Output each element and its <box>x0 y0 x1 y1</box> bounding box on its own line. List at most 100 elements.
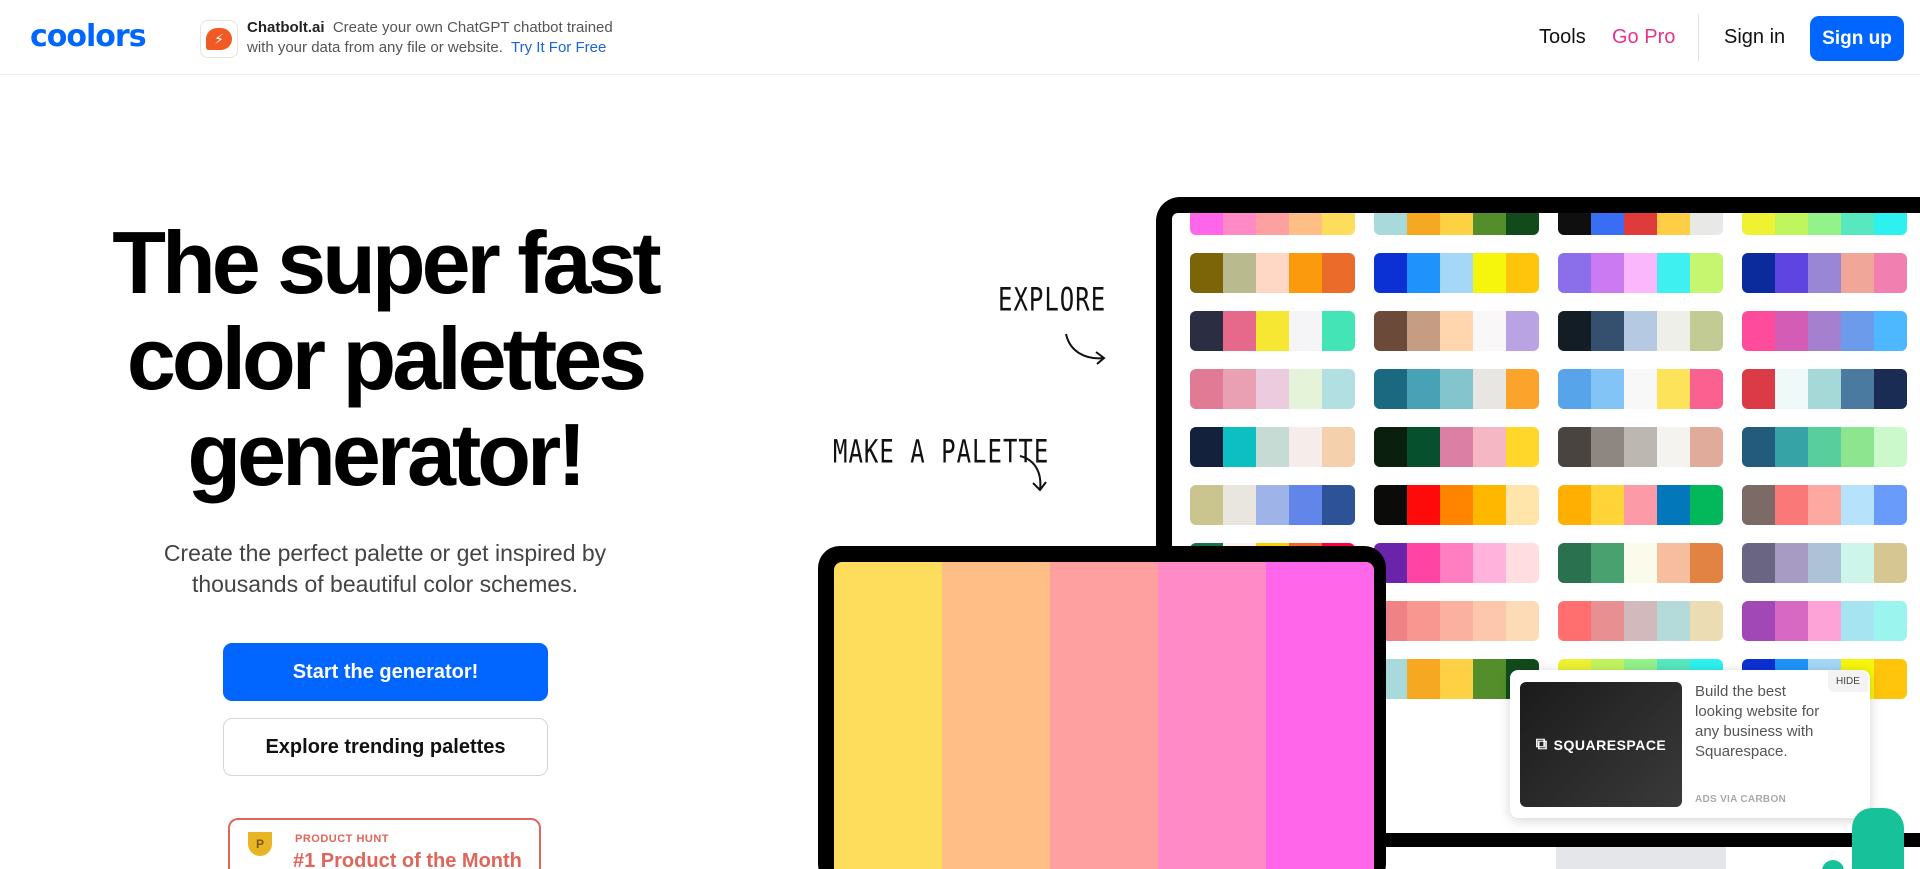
palette-swatch <box>1289 311 1322 351</box>
explore-palettes-button[interactable]: Explore trending palettes <box>223 718 548 776</box>
palette-swatch <box>1775 213 1808 235</box>
palette-card[interactable] <box>1558 369 1723 409</box>
palette-card[interactable] <box>1374 601 1539 641</box>
palette-swatch <box>1223 485 1256 525</box>
palette-swatch <box>1742 543 1775 583</box>
palette-swatch <box>1624 485 1657 525</box>
sign-up-button[interactable]: Sign up <box>1810 16 1904 61</box>
palette-card[interactable] <box>1742 601 1907 641</box>
palette-card[interactable] <box>1558 213 1723 235</box>
palette-swatch <box>1775 369 1808 409</box>
palette-swatch <box>1374 311 1407 351</box>
palette-swatch <box>1808 427 1841 467</box>
palette-swatch <box>1223 427 1256 467</box>
product-hunt-badge[interactable]: P PRODUCT HUNT #1 Product of the Month <box>228 818 541 869</box>
palette-card[interactable] <box>1190 427 1355 467</box>
palette-swatch <box>1223 213 1256 235</box>
hide-ad-button[interactable]: HIDE <box>1828 670 1868 692</box>
palette-swatch <box>1591 311 1624 351</box>
palette-swatch <box>1506 427 1539 467</box>
squarespace-ad-image[interactable]: ⧉ SQUARESPACE <box>1520 682 1682 807</box>
generator-swatch <box>1266 562 1374 869</box>
palette-swatch <box>1289 213 1322 235</box>
palette-swatch <box>1190 427 1223 467</box>
palette-swatch <box>1657 311 1690 351</box>
palette-card[interactable] <box>1558 311 1723 351</box>
palette-swatch <box>1775 427 1808 467</box>
palette-card[interactable] <box>1190 485 1355 525</box>
palette-card[interactable] <box>1374 311 1539 351</box>
chatbolt-ad-icon[interactable]: ⚡ <box>200 20 238 58</box>
palette-swatch <box>1874 369 1907 409</box>
carbon-ad-text[interactable]: Build the best looking website for any b… <box>1695 682 1825 762</box>
palette-swatch <box>1591 253 1624 293</box>
palette-card[interactable] <box>1374 485 1539 525</box>
sign-in-link[interactable]: Sign in <box>1724 26 1785 49</box>
palette-swatch <box>1190 369 1223 409</box>
palette-swatch <box>1657 369 1690 409</box>
palette-swatch <box>1289 369 1322 409</box>
sponsor-ad[interactable]: Chatbolt.ai Create your own ChatGPT chat… <box>247 18 667 58</box>
palette-swatch <box>1690 369 1723 409</box>
palette-card[interactable] <box>1190 253 1355 293</box>
palette-swatch <box>1874 543 1907 583</box>
carbon-ad-via[interactable]: ADS VIA CARBON <box>1695 794 1786 805</box>
palette-card[interactable] <box>1558 543 1723 583</box>
palette-swatch <box>1775 253 1808 293</box>
palette-card[interactable] <box>1742 543 1907 583</box>
chat-bubble-icon: ⚡ <box>206 28 232 50</box>
palette-swatch <box>1440 369 1473 409</box>
palette-card[interactable] <box>1742 213 1907 235</box>
palette-swatch <box>1374 427 1407 467</box>
palette-card[interactable] <box>1190 213 1355 235</box>
nav-tools-link[interactable]: Tools <box>1539 26 1586 49</box>
palette-swatch <box>1190 253 1223 293</box>
palette-swatch <box>1506 485 1539 525</box>
ad-cta-link[interactable]: Try It For Free <box>511 39 606 56</box>
palette-swatch <box>1657 253 1690 293</box>
palette-card[interactable] <box>1742 369 1907 409</box>
palette-card[interactable] <box>1374 369 1539 409</box>
palette-swatch <box>1742 369 1775 409</box>
palette-swatch <box>1190 485 1223 525</box>
palette-swatch <box>1440 427 1473 467</box>
palette-card[interactable] <box>1374 213 1539 235</box>
palette-card[interactable] <box>1558 601 1723 641</box>
palette-card[interactable] <box>1190 369 1355 409</box>
palette-swatch <box>1407 311 1440 351</box>
hero-title-line-2: color palettes <box>126 309 647 408</box>
palette-card[interactable] <box>1374 543 1539 583</box>
palette-card[interactable] <box>1742 427 1907 467</box>
palette-swatch <box>1558 427 1591 467</box>
palette-swatch <box>1322 311 1355 351</box>
nav-go-pro-link[interactable]: Go Pro <box>1612 26 1675 49</box>
palette-card[interactable] <box>1374 253 1539 293</box>
palette-card[interactable] <box>1190 311 1355 351</box>
carbon-ad[interactable]: ⧉ SQUARESPACE Build the best looking web… <box>1510 670 1870 818</box>
palette-swatch <box>1440 485 1473 525</box>
squarespace-logo-icon: ⧉ <box>1535 735 1548 753</box>
hero-subtitle-line-2: thousands of beautiful color schemes. <box>191 571 579 597</box>
palette-swatch <box>1407 485 1440 525</box>
palette-swatch <box>1742 601 1775 641</box>
decorative-teal-dot <box>1822 860 1844 869</box>
palette-swatch <box>1775 601 1808 641</box>
palette-card[interactable] <box>1742 485 1907 525</box>
palette-card[interactable] <box>1742 253 1907 293</box>
palette-swatch <box>1742 311 1775 351</box>
palette-swatch <box>1473 427 1506 467</box>
palette-swatch <box>1558 369 1591 409</box>
palette-card[interactable] <box>1558 253 1723 293</box>
hero-title-line-1: The super fast <box>112 213 661 312</box>
palette-card[interactable] <box>1374 427 1539 467</box>
palette-swatch <box>1690 253 1723 293</box>
palette-swatch <box>1473 213 1506 235</box>
start-generator-button[interactable]: Start the generator! <box>223 643 548 701</box>
coolors-logo[interactable]: coolors <box>30 22 147 52</box>
palette-card[interactable] <box>1558 427 1723 467</box>
trophy-icon: P <box>248 832 272 856</box>
generator-swatch <box>942 562 1050 869</box>
palette-swatch <box>1624 213 1657 235</box>
palette-card[interactable] <box>1558 485 1723 525</box>
palette-card[interactable] <box>1742 311 1907 351</box>
